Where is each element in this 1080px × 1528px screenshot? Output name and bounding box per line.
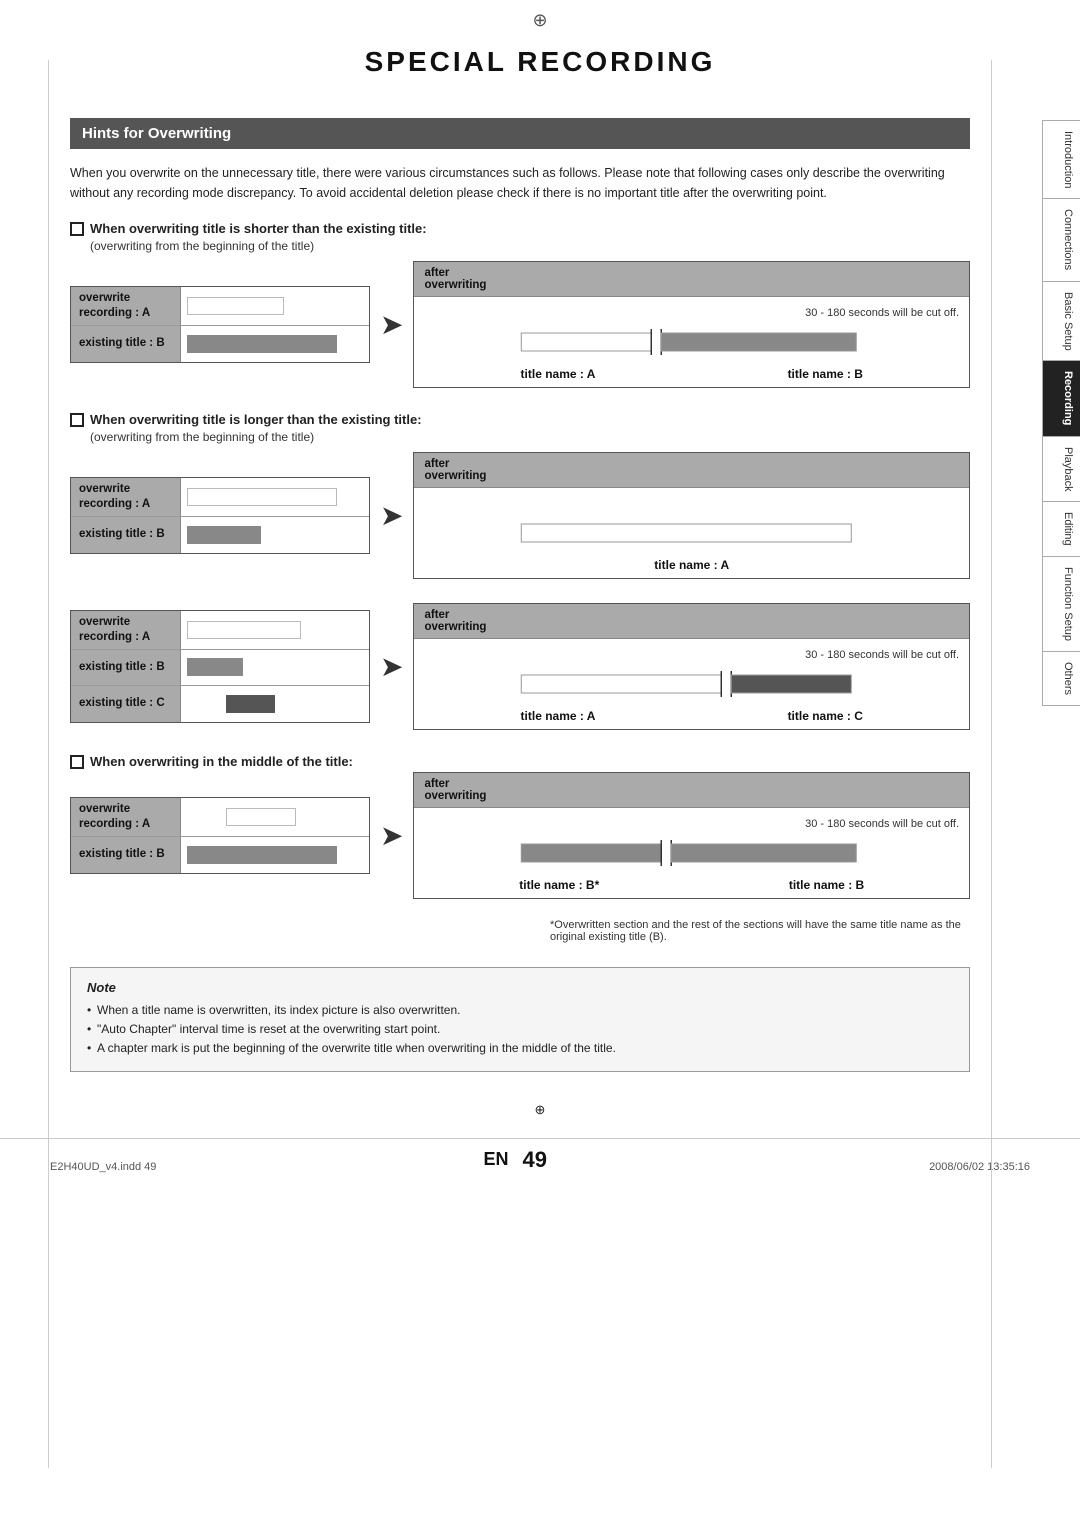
diagram-row-middle: overwrite recording : A existing title :… — [70, 772, 970, 899]
dlr-existing-b2: existing title : B — [71, 517, 369, 553]
note-item-1: When a title name is overwritten, its in… — [87, 1001, 953, 1020]
diagram-svg-shorter — [424, 325, 959, 361]
tab-introduction[interactable]: Introduction — [1042, 120, 1080, 198]
dlr-existing-c: existing title : C — [71, 686, 369, 722]
page-footer: E2H40UD_v4.indd 49 EN 49 2008/06/02 13:3… — [0, 1138, 1080, 1181]
subsection-sub-shorter: (overwriting from the beginning of the t… — [90, 239, 970, 253]
tab-function-setup[interactable]: Function Setup — [1042, 556, 1080, 651]
arrow-middle: ➤ — [380, 819, 403, 852]
diagram-left-longer2: overwrite recording : A existing title :… — [70, 610, 370, 723]
footer-right: 2008/06/02 13:35:16 — [929, 1161, 1030, 1173]
label-title-a-3: title name : A — [521, 709, 596, 723]
subsection-title-longer: When overwriting title is longer than th… — [70, 412, 970, 427]
right-margin-line — [991, 60, 992, 1468]
intro-paragraph: When you overwrite on the unnecessary ti… — [70, 163, 970, 203]
dlr-overwrite-a2: overwrite recording : A — [71, 478, 369, 517]
subsection-middle: When overwriting in the middle of the ti… — [70, 754, 970, 943]
tab-editing[interactable]: Editing — [1042, 501, 1080, 556]
label-title-b-1: title name : B — [788, 367, 863, 381]
arrow-longer: ➤ — [380, 499, 403, 532]
subsection-title-shorter: When overwriting title is shorter than t… — [70, 221, 970, 236]
checkbox-middle — [70, 755, 84, 769]
subsection-sub-longer: (overwriting from the beginning of the t… — [90, 430, 970, 444]
label-title-b-end: title name : B — [789, 878, 864, 892]
arrow-longer2: ➤ — [380, 650, 403, 683]
label-title-b-star: title name : B* — [519, 878, 599, 892]
arrow-shorter: ➤ — [380, 308, 403, 341]
left-margin-line — [48, 60, 49, 1468]
diagram-left-shorter: overwrite recording : A existing title :… — [70, 286, 370, 363]
dlr-overwrite-a3: overwrite recording : A — [71, 611, 369, 650]
subsection-title-middle: When overwriting in the middle of the ti… — [70, 754, 970, 769]
tab-others[interactable]: Others — [1042, 651, 1080, 706]
footer-left: E2H40UD_v4.indd 49 — [50, 1161, 156, 1173]
diagram-right-longer: after overwriting title name : A — [413, 452, 970, 579]
label-title-a-1: title name : A — [521, 367, 596, 381]
dlr-existing-b4: existing title : B — [71, 837, 369, 873]
diagram-svg-middle — [424, 836, 959, 872]
main-content: Hints for Overwriting When you overwrite… — [50, 98, 990, 1092]
note-item-2: "Auto Chapter" interval time is reset at… — [87, 1020, 953, 1039]
reg-mark-top: ⊕ — [0, 0, 1080, 36]
note-list: When a title name is overwritten, its in… — [87, 1001, 953, 1059]
diagram-left-middle: overwrite recording : A existing title :… — [70, 797, 370, 874]
diagram-right-middle: after overwriting 30 - 180 seconds will … — [413, 772, 970, 899]
section-header: Hints for Overwriting — [70, 118, 970, 149]
page-wrapper: Introduction Connections Basic Setup Rec… — [0, 0, 1080, 1528]
diagram-svg-longer2 — [424, 667, 959, 703]
diagram-right-longer2: after overwriting 30 - 180 seconds will … — [413, 603, 970, 730]
checkbox-shorter — [70, 222, 84, 236]
note-box: Note When a title name is overwritten, i… — [70, 967, 970, 1072]
diagram-left-longer: overwrite recording : A existing title :… — [70, 477, 370, 554]
diagram-row-longer: overwrite recording : A existing title :… — [70, 452, 970, 579]
label-title-a-2: title name : A — [654, 558, 729, 572]
dlr-existing-b3: existing title : B — [71, 650, 369, 686]
diagram-right-shorter: after overwriting 30 - 180 seconds will … — [413, 261, 970, 388]
diagram-row-shorter: overwrite recording : A existing title :… — [70, 261, 970, 388]
tab-recording[interactable]: Recording — [1042, 360, 1080, 435]
page-number-block: EN 49 — [483, 1147, 547, 1173]
tab-connections[interactable]: Connections — [1042, 198, 1080, 280]
subsection-longer2: overwrite recording : A existing title :… — [70, 603, 970, 730]
checkbox-longer — [70, 413, 84, 427]
label-title-c-3: title name : C — [788, 709, 863, 723]
reg-mark-bottom: ⊕ — [0, 1102, 1080, 1118]
diagram-svg-longer — [424, 516, 959, 552]
note-title: Note — [87, 980, 953, 995]
en-label: EN — [483, 1149, 508, 1170]
subsection-longer: When overwriting title is longer than th… — [70, 412, 970, 579]
footnote-middle: *Overwritten section and the rest of the… — [550, 919, 970, 943]
note-item-3: A chapter mark is put the beginning of t… — [87, 1039, 953, 1058]
tab-playback[interactable]: Playback — [1042, 436, 1080, 502]
side-tabs: Introduction Connections Basic Setup Rec… — [1042, 120, 1080, 706]
dlr-overwrite-a4: overwrite recording : A — [71, 798, 369, 837]
tab-basic-setup[interactable]: Basic Setup — [1042, 281, 1080, 361]
dlr-existing-b: existing title : B — [71, 326, 369, 362]
diagram-row-longer2: overwrite recording : A existing title :… — [70, 603, 970, 730]
subsection-shorter: When overwriting title is shorter than t… — [70, 221, 970, 388]
dlr-overwrite-a: overwrite recording : A — [71, 287, 369, 326]
page-title: SPECIAL RECORDING — [0, 46, 1080, 78]
page-number: 49 — [523, 1147, 547, 1173]
